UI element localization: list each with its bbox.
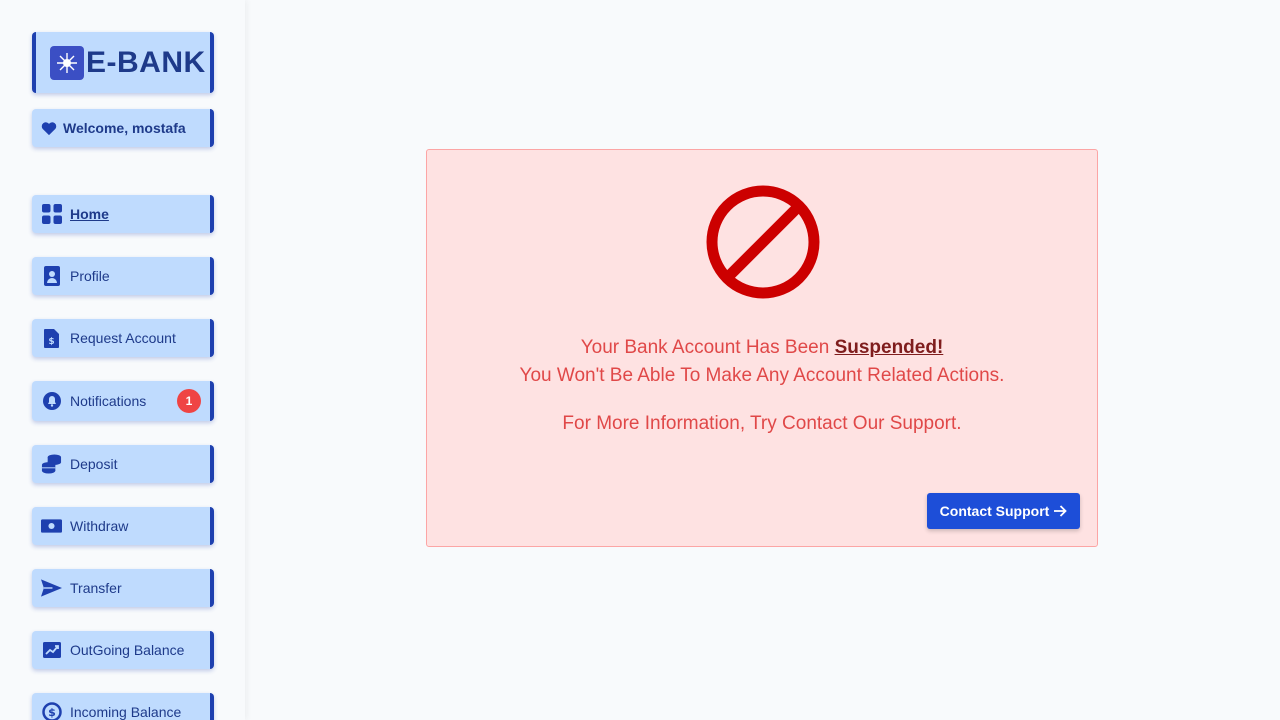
heart-icon	[41, 121, 57, 136]
notification-count-badge: 1	[177, 389, 201, 413]
profile-icon	[41, 266, 62, 286]
arrow-right-icon	[1054, 505, 1068, 517]
grid-icon	[41, 204, 62, 224]
suspension-alert: Your Bank Account Has Been Suspended! Yo…	[426, 149, 1098, 547]
sidebar-item-label: OutGoing Balance	[70, 642, 185, 658]
sidebar-item-home[interactable]: Home	[32, 195, 214, 233]
svg-text:$: $	[48, 337, 54, 347]
sidebar-item-incoming-balance[interactable]: $ Incoming Balance	[32, 693, 214, 720]
sidebar-item-notifications[interactable]: Notifications 1	[32, 381, 214, 421]
contact-support-label: Contact Support	[939, 503, 1050, 519]
suspended-emphasis: Suspended!	[834, 337, 944, 358]
brand-logo[interactable]: E-BANK	[32, 32, 214, 93]
sidebar-item-label: Incoming Balance	[70, 704, 182, 720]
sidebar-item-withdraw[interactable]: Withdraw	[32, 507, 214, 545]
sidebar-item-profile[interactable]: Profile	[32, 257, 214, 295]
sidebar-item-label: Transfer	[70, 580, 122, 596]
bell-icon	[41, 392, 62, 410]
sidebar-item-deposit[interactable]: Deposit	[32, 445, 214, 483]
suspension-message-line2: You Won't Be Able To Make Any Account Re…	[519, 365, 1005, 386]
document-dollar-icon: $	[41, 328, 62, 348]
ban-icon	[706, 185, 820, 304]
sidebar: E-BANK Welcome, mostafa Home Profile $ R…	[0, 0, 245, 720]
svg-text:$: $	[48, 706, 56, 719]
contact-support-button[interactable]: Contact Support	[927, 493, 1080, 529]
coins-icon	[41, 453, 62, 475]
sidebar-item-label: Home	[70, 206, 109, 222]
sidebar-item-label: Profile	[70, 268, 110, 284]
sidebar-item-label: Withdraw	[70, 518, 129, 534]
sidebar-item-label: Notifications	[70, 393, 147, 409]
sidebar-item-label: Request Account	[70, 330, 176, 346]
sidebar-item-label: Deposit	[70, 456, 118, 472]
welcome-banner: Welcome, mostafa	[32, 109, 214, 147]
send-icon	[41, 579, 62, 597]
dollar-circle-icon: $	[41, 702, 62, 720]
support-info-message: For More Information, Try Contact Our Su…	[562, 413, 962, 434]
sidebar-item-request-account[interactable]: $ Request Account	[32, 319, 214, 357]
suspension-message-line1: Your Bank Account Has Been Suspended!	[427, 337, 1097, 359]
bank-logo-icon	[50, 45, 84, 80]
suspension-message-prefix: Your Bank Account Has Been	[580, 337, 835, 358]
banknote-icon	[41, 519, 62, 533]
sidebar-item-transfer[interactable]: Transfer	[32, 569, 214, 607]
brand-name: E-BANK	[86, 45, 206, 79]
welcome-text: Welcome, mostafa	[63, 120, 186, 136]
trending-up-icon	[41, 642, 62, 658]
sidebar-item-outgoing-balance[interactable]: OutGoing Balance	[32, 631, 214, 669]
